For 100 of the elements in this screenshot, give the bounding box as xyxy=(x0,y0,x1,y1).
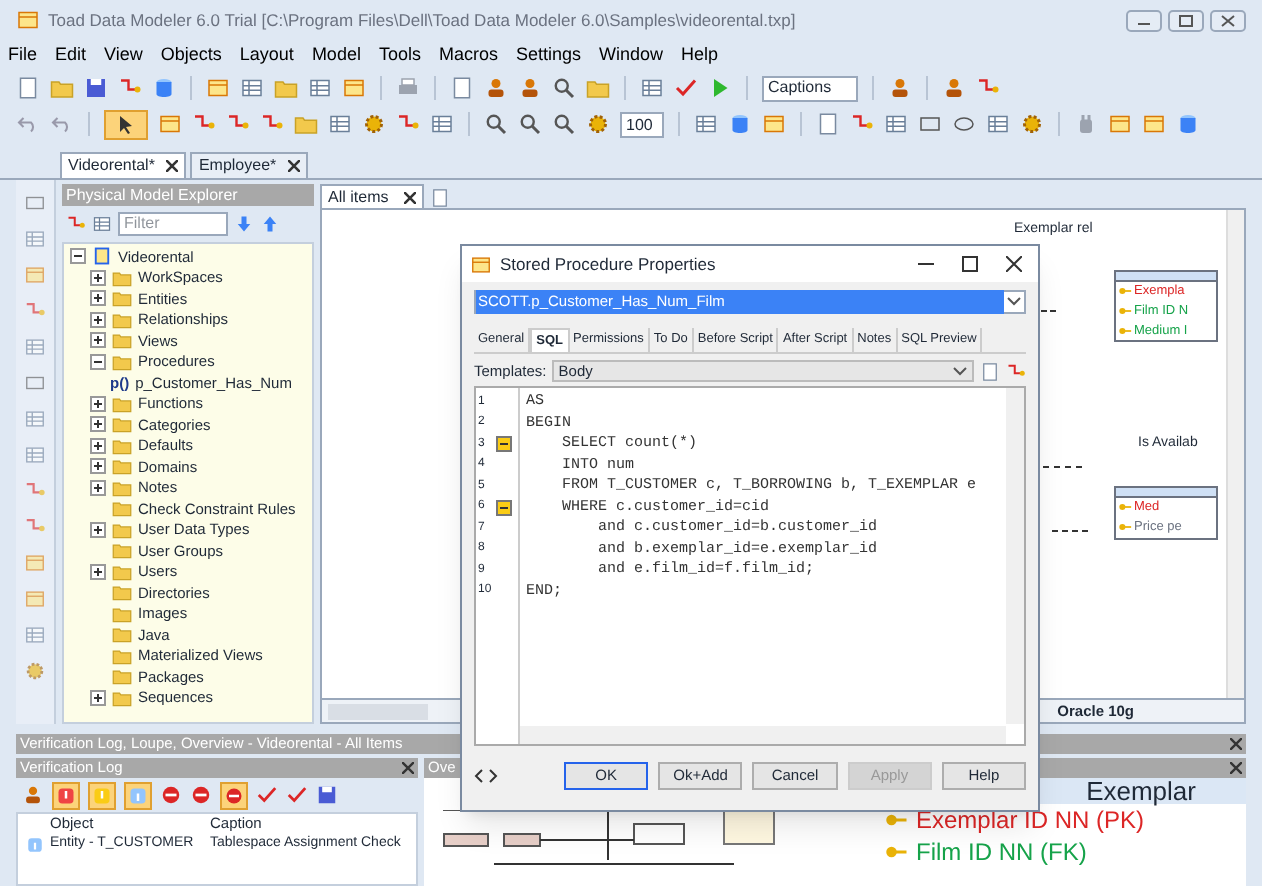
person-icon[interactable] xyxy=(888,76,912,100)
table-icon[interactable] xyxy=(640,76,664,100)
menu-item[interactable]: Help xyxy=(681,41,719,69)
chevron-down-icon[interactable] xyxy=(1004,296,1024,308)
menu-item[interactable]: Layout xyxy=(239,41,294,69)
expand-icon[interactable] xyxy=(90,458,106,475)
vertical-scrollbar[interactable] xyxy=(1006,388,1024,724)
horizontal-scrollbar[interactable] xyxy=(328,703,428,719)
fold-marker-icon[interactable] xyxy=(496,499,512,516)
checkmark-icon[interactable] xyxy=(674,76,698,100)
close-tab-icon[interactable] xyxy=(166,160,179,172)
table-icon[interactable] xyxy=(328,112,352,136)
undo-icon[interactable] xyxy=(16,112,40,136)
table-icon[interactable] xyxy=(884,112,908,136)
gear-icon[interactable] xyxy=(1020,112,1044,136)
rectangle-icon[interactable] xyxy=(24,192,46,214)
arrow-down-icon[interactable] xyxy=(234,214,254,234)
document-icon[interactable] xyxy=(816,112,840,136)
table-icon[interactable] xyxy=(24,624,46,646)
expand-icon[interactable] xyxy=(90,290,106,307)
menu-item[interactable]: Model xyxy=(311,41,361,69)
code-tag-icon[interactable] xyxy=(474,766,498,786)
close-tab-icon[interactable] xyxy=(288,160,301,172)
gear-icon[interactable] xyxy=(362,112,386,136)
person-icon[interactable] xyxy=(22,784,44,806)
expand-icon[interactable] xyxy=(90,689,106,706)
gear-icon[interactable] xyxy=(586,112,610,136)
play-icon[interactable] xyxy=(708,76,732,100)
fold-marker-icon[interactable] xyxy=(496,436,512,453)
magnifier-icon[interactable] xyxy=(552,76,576,100)
rectangle-icon[interactable] xyxy=(918,112,942,136)
table-icon[interactable] xyxy=(308,76,332,100)
close-icon[interactable] xyxy=(1230,738,1242,750)
person-icon[interactable] xyxy=(942,76,966,100)
collapse-icon[interactable] xyxy=(70,248,86,265)
menu-item[interactable]: File xyxy=(8,41,38,69)
rectangle-icon[interactable] xyxy=(24,372,46,394)
expand-icon[interactable] xyxy=(90,563,106,580)
table-icon[interactable] xyxy=(430,112,454,136)
chevron-down-icon[interactable] xyxy=(952,365,968,377)
table-icon[interactable] xyxy=(24,408,46,430)
close-icon[interactable] xyxy=(402,762,414,774)
entity-icon[interactable] xyxy=(1108,112,1132,136)
table-icon[interactable] xyxy=(24,336,46,358)
entity-icon[interactable] xyxy=(158,112,182,136)
filter-field[interactable]: Filter xyxy=(118,212,228,236)
no-entry-icon[interactable] xyxy=(160,784,182,806)
expand-icon[interactable] xyxy=(90,521,106,538)
entity-icon[interactable] xyxy=(342,76,366,100)
checkmark-icon[interactable] xyxy=(286,784,308,806)
expand-icon[interactable] xyxy=(90,395,106,412)
close-button[interactable] xyxy=(1210,9,1246,31)
relation-icon[interactable] xyxy=(66,214,86,234)
menu-item[interactable]: Macros xyxy=(438,41,498,69)
expand-icon[interactable] xyxy=(90,269,106,286)
expand-icon[interactable] xyxy=(90,437,106,454)
magnifier-icon[interactable] xyxy=(484,112,508,136)
minimize-button[interactable] xyxy=(1126,9,1162,31)
menu-item[interactable]: Settings xyxy=(515,41,582,69)
maximize-button[interactable] xyxy=(1168,9,1204,31)
database-icon[interactable] xyxy=(152,76,176,100)
arrow-up-icon[interactable] xyxy=(260,214,280,234)
expand-icon[interactable] xyxy=(90,311,106,328)
maximize-button[interactable] xyxy=(962,256,978,272)
magnifier-icon[interactable] xyxy=(552,112,576,136)
ellipse-icon[interactable] xyxy=(952,112,976,136)
table-icon[interactable] xyxy=(24,228,46,250)
gear-icon[interactable] xyxy=(24,660,46,682)
menu-item[interactable]: Edit xyxy=(55,41,87,69)
expand-icon[interactable] xyxy=(90,479,106,496)
table-icon[interactable] xyxy=(240,76,264,100)
collapse-icon[interactable] xyxy=(90,353,106,370)
printer-icon[interactable] xyxy=(396,76,420,100)
entity-icon[interactable] xyxy=(206,76,230,100)
captions-dropdown[interactable]: Captions xyxy=(762,75,858,101)
save-icon[interactable] xyxy=(84,76,108,100)
hand-icon[interactable] xyxy=(1074,112,1098,136)
save-icon[interactable] xyxy=(316,784,338,806)
table-icon[interactable] xyxy=(694,112,718,136)
vertical-scrollbar[interactable] xyxy=(1226,210,1244,698)
document-tab[interactable]: Employee* xyxy=(190,152,309,178)
document-tab[interactable]: Videorental* xyxy=(60,152,187,178)
entity-icon[interactable] xyxy=(1142,112,1166,136)
table-icon[interactable] xyxy=(92,214,112,234)
no-entry-icon[interactable] xyxy=(190,784,212,806)
horizontal-scrollbar[interactable] xyxy=(520,726,1006,744)
close-icon[interactable] xyxy=(1230,762,1242,774)
entity-icon[interactable] xyxy=(762,112,786,136)
person-icon[interactable] xyxy=(484,76,508,100)
filter-toggle-button[interactable] xyxy=(88,781,116,809)
menu-item[interactable]: Tools xyxy=(378,41,421,69)
close-button[interactable] xyxy=(1006,256,1022,272)
zoom-field[interactable]: 100 xyxy=(620,111,664,137)
table-icon[interactable] xyxy=(986,112,1010,136)
canvas-tab[interactable]: All items xyxy=(320,184,425,208)
checkmark-icon[interactable] xyxy=(256,784,278,806)
expand-icon[interactable] xyxy=(90,416,106,433)
menu-item[interactable]: Window xyxy=(599,41,664,69)
filter-toggle-button[interactable] xyxy=(220,781,248,809)
menu-item[interactable]: View xyxy=(104,41,143,69)
